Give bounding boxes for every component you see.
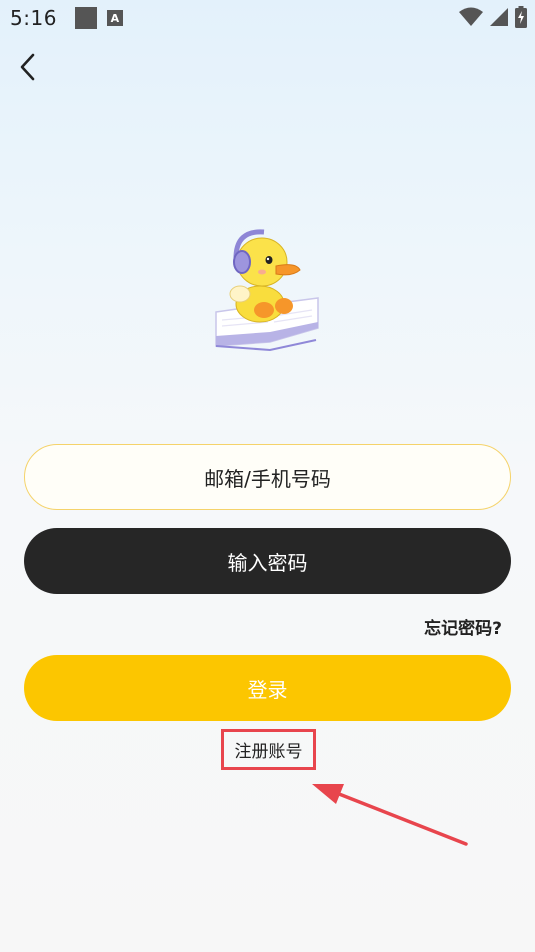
- duck-mascot-illustration: [215, 229, 319, 352]
- cellular-signal-icon: [490, 8, 508, 26]
- chevron-left-icon: [20, 53, 35, 81]
- login-button[interactable]: 登录: [24, 655, 511, 721]
- register-account-link[interactable]: 注册账号: [221, 729, 316, 770]
- status-bar: 5:16 A: [0, 0, 535, 36]
- red-arrow-icon: [312, 784, 468, 846]
- back-button[interactable]: [12, 50, 42, 84]
- battery-charging-icon: [515, 6, 527, 28]
- forgot-password-link[interactable]: 忘记密码?: [424, 614, 502, 639]
- status-icons: [459, 6, 527, 28]
- status-time: 5:16: [10, 6, 57, 30]
- a-notification-icon: A: [106, 10, 123, 26]
- wifi-icon: [459, 7, 483, 26]
- stop-square-icon: [74, 7, 97, 29]
- password-field[interactable]: 输入密码: [24, 528, 511, 594]
- email-phone-field[interactable]: 邮箱/手机号码: [24, 444, 511, 510]
